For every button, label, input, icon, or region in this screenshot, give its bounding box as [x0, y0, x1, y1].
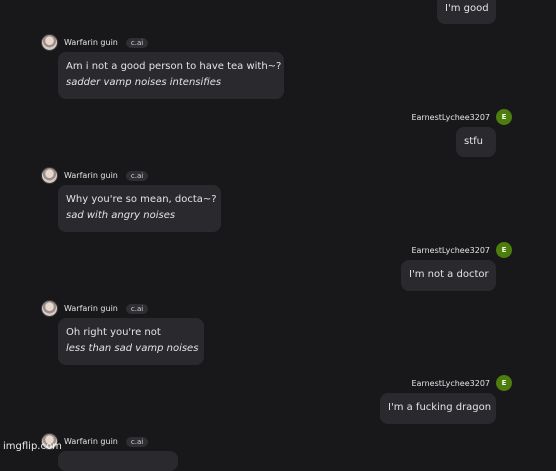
user-message-bubble: I'm a fucking dragon: [380, 393, 496, 424]
user-avatar[interactable]: E: [496, 242, 512, 258]
bot-avatar[interactable]: [41, 167, 58, 184]
bot-message-bubble: Why you're so mean, docta~? sad with ang…: [58, 185, 221, 232]
bot-message-header: Warfarin guin c.ai: [41, 34, 149, 51]
message-text: I'm good: [445, 3, 489, 14]
message-text: stfu: [464, 136, 483, 147]
bot-avatar[interactable]: [41, 300, 58, 317]
user-name[interactable]: EarnestLychee3207: [411, 246, 490, 255]
bot-name[interactable]: Warfarin guin: [64, 38, 118, 47]
bot-message-header: Warfarin guin c.ai: [41, 300, 149, 317]
user-avatar-initial: E: [501, 246, 507, 254]
cai-badge: c.ai: [125, 436, 149, 447]
bot-message-bubble: Oh right you're not less than sad vamp n…: [58, 318, 204, 365]
user-message-header: EarnestLychee3207 E: [411, 109, 512, 125]
bot-name[interactable]: Warfarin guin: [64, 437, 118, 446]
user-message-bubble: I'm good: [437, 0, 496, 24]
message-text: Oh right you're not: [66, 327, 161, 338]
user-avatar-initial: E: [501, 113, 507, 121]
cai-badge: c.ai: [125, 170, 149, 181]
message-action-text: sad with angry noises: [66, 210, 176, 221]
user-message-header: EarnestLychee3207 E: [411, 242, 512, 258]
imgflip-watermark: imgflip.com: [3, 441, 62, 452]
bot-message-header: Warfarin guin c.ai: [41, 167, 149, 184]
bot-avatar[interactable]: [41, 34, 58, 51]
message-text: Am i not a good person to have tea with~…: [66, 61, 282, 72]
message-action-text: sadder vamp noises intensifies: [66, 77, 222, 88]
bot-name[interactable]: Warfarin guin: [64, 304, 118, 313]
user-message-bubble: I'm not a doctor: [401, 260, 496, 291]
user-message-header: EarnestLychee3207 E: [411, 375, 512, 391]
bot-name[interactable]: Warfarin guin: [64, 171, 118, 180]
user-avatar-initial: E: [501, 379, 507, 387]
user-message-bubble: stfu: [456, 127, 496, 157]
cai-badge: c.ai: [125, 37, 149, 48]
message-action-text: less than sad vamp noises: [66, 343, 199, 354]
message-text: I'm a fucking dragon: [388, 402, 492, 413]
user-name[interactable]: EarnestLychee3207: [411, 113, 490, 122]
user-avatar[interactable]: E: [496, 375, 512, 391]
bot-message-bubble: Am i not a good person to have tea with~…: [58, 52, 284, 99]
user-avatar[interactable]: E: [496, 109, 512, 125]
message-text: I'm not a doctor: [409, 269, 489, 280]
cai-badge: c.ai: [125, 303, 149, 314]
message-text: Why you're so mean, docta~?: [66, 194, 217, 205]
user-name[interactable]: EarnestLychee3207: [411, 379, 490, 388]
bot-message-bubble: [58, 451, 178, 471]
